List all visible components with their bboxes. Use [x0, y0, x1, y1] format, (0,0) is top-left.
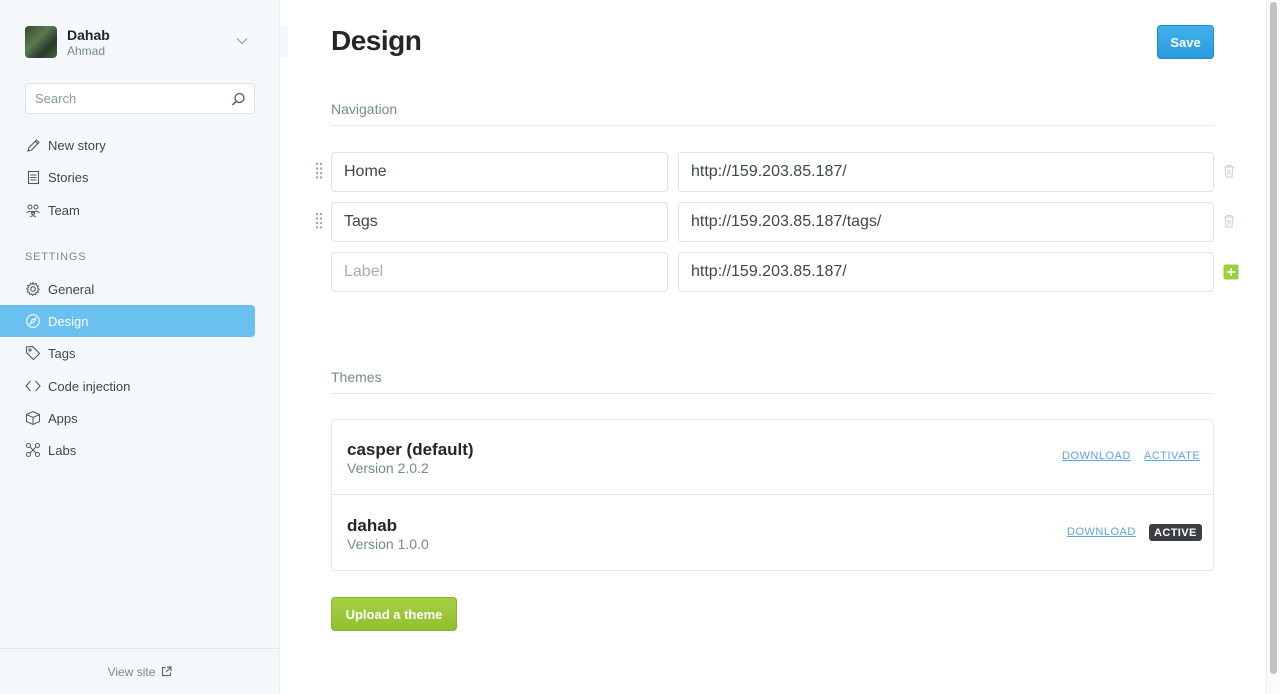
sidebar-item-label: Design [48, 313, 89, 329]
add-icon[interactable] [1223, 264, 1239, 285]
trash-icon[interactable] [1223, 214, 1235, 233]
page-title: Design [331, 25, 422, 56]
themes-list: casper (default) Version 2.0.2 DOWNLOAD … [331, 419, 1214, 571]
navigation-heading: Navigation [331, 101, 1214, 126]
view-site-link[interactable]: View site [0, 648, 280, 694]
sidebar-item-label: General [48, 281, 95, 297]
chevron-down-icon[interactable] [235, 34, 249, 53]
labs-icon [25, 442, 41, 458]
team-icon [25, 202, 41, 218]
blog-user-name: Ahmad [67, 43, 106, 58]
sidebar-item-new-story[interactable]: New story [0, 129, 255, 161]
new-navigation-item: Label http://159.203.85.187/ [310, 252, 1245, 292]
blog-switcher[interactable]: Dahab Ahmad [25, 25, 255, 59]
compass-icon [25, 313, 41, 329]
sidebar-item-labs[interactable]: Labs [0, 434, 255, 466]
scrollbar[interactable] [1266, 0, 1280, 694]
sidebar-item-label: New story [48, 137, 106, 153]
activate-link[interactable]: ACTIVATE [1144, 450, 1200, 462]
sidebar-item-tags[interactable]: Tags [0, 337, 255, 369]
drag-handle-icon[interactable] [315, 162, 323, 185]
blog-avatar [25, 26, 57, 58]
nav-label-input[interactable]: Home [331, 152, 668, 192]
sidebar-item-label: Apps [48, 410, 78, 426]
new-nav-label-input[interactable]: Label [331, 252, 668, 292]
nav-label-input[interactable]: Tags [331, 202, 668, 242]
search-icon[interactable] [231, 92, 246, 112]
tag-icon [25, 345, 41, 361]
blog-title: Dahab [67, 26, 110, 43]
theme-name: casper (default) [347, 440, 474, 459]
sidebar-item-label: Stories [48, 169, 89, 185]
nav-url-input[interactable]: http://159.203.85.187/tags/ [678, 202, 1214, 242]
sidebar-item-design[interactable]: Design [0, 305, 255, 337]
sidebar-item-stories[interactable]: Stories [0, 161, 255, 193]
sidebar-item-general[interactable]: General [0, 273, 255, 305]
search-input[interactable] [26, 84, 254, 113]
box-icon [25, 410, 41, 426]
document-icon [25, 169, 41, 185]
sidebar: Dahab Ahmad New story Stories Team SETTI… [0, 0, 280, 694]
sidebar-resize-handle[interactable] [280, 26, 288, 58]
theme-row-dahab: dahab Version 1.0.0 DOWNLOAD ACTIVE [332, 496, 1213, 571]
download-link[interactable]: DOWNLOAD [1062, 450, 1131, 462]
search-box [25, 83, 255, 114]
navigation-item: Home http://159.203.85.187/ [310, 152, 1245, 192]
code-icon [25, 378, 41, 394]
navigation-item: Tags http://159.203.85.187/tags/ [310, 202, 1245, 242]
gear-icon [25, 281, 41, 297]
sidebar-item-team[interactable]: Team [0, 194, 255, 226]
sidebar-item-apps[interactable]: Apps [0, 402, 255, 434]
theme-name: dahab [347, 516, 398, 535]
sidebar-item-label: Tags [48, 345, 76, 361]
sidebar-item-label: Labs [48, 442, 77, 458]
sidebar-item-label: Code injection [48, 378, 131, 394]
sidebar-item-label: Team [48, 202, 80, 218]
theme-version: Version 1.0.0 [347, 536, 429, 552]
save-button[interactable]: Save [1157, 25, 1214, 59]
pencil-icon [25, 137, 41, 153]
view-site-label: View site [107, 664, 156, 679]
upload-theme-button[interactable]: Upload a theme [331, 597, 457, 631]
theme-row-casper: casper (default) Version 2.0.2 DOWNLOAD … [332, 420, 1213, 495]
download-link[interactable]: DOWNLOAD [1067, 526, 1136, 538]
scrollbar-thumb[interactable] [1270, 2, 1277, 674]
nav-url-input[interactable]: http://159.203.85.187/ [678, 152, 1214, 192]
settings-heading: SETTINGS [25, 251, 87, 263]
themes-heading: Themes [331, 369, 1214, 394]
sidebar-item-code-injection[interactable]: Code injection [0, 370, 255, 402]
new-nav-url-input[interactable]: http://159.203.85.187/ [678, 252, 1214, 292]
theme-version: Version 2.0.2 [347, 460, 429, 476]
active-badge: ACTIVE [1149, 524, 1202, 541]
external-link-icon [161, 666, 173, 677]
trash-icon[interactable] [1223, 164, 1235, 183]
drag-handle-icon[interactable] [315, 212, 323, 235]
